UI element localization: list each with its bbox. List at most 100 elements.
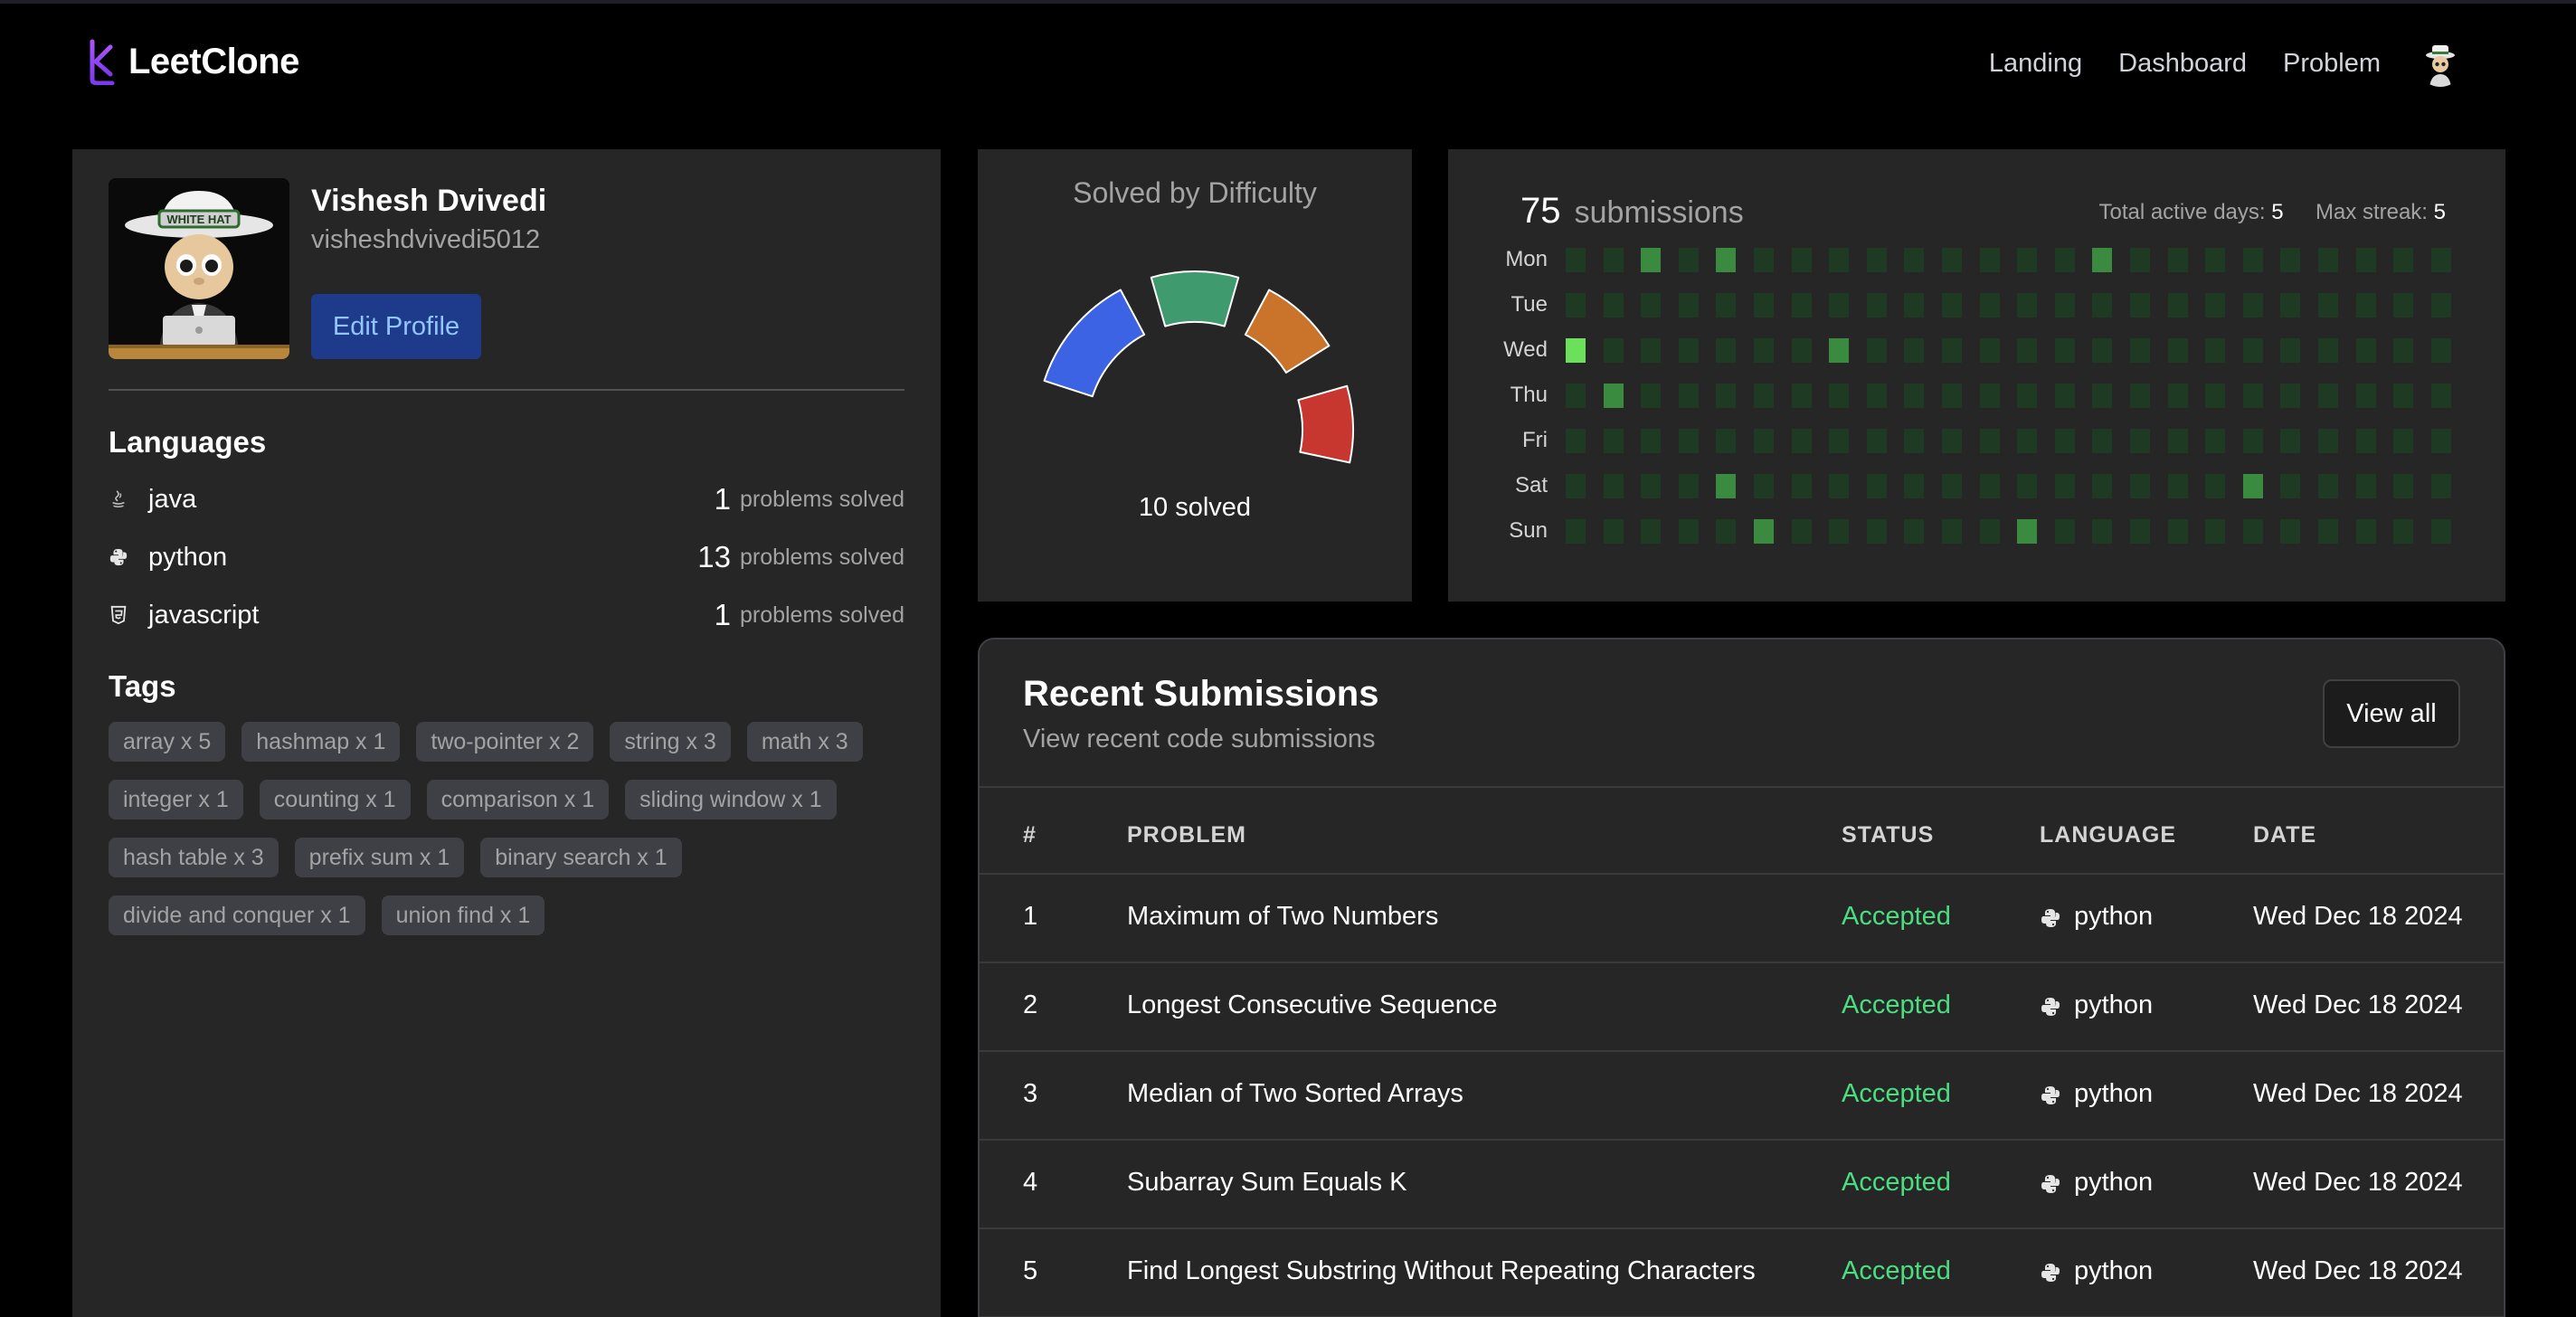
heatmap-cell[interactable] [2355,474,2376,498]
heatmap-cell[interactable] [1866,248,1887,272]
heatmap-cell[interactable] [2054,248,2075,272]
heatmap-cell[interactable] [1641,519,1662,544]
heatmap-cell[interactable] [2393,338,2414,363]
heatmap-cell[interactable] [1791,293,1812,317]
heatmap-cell[interactable] [1678,429,1699,453]
heatmap-cell[interactable] [2054,384,2075,408]
heatmap-cell[interactable] [2242,248,2263,272]
heatmap-cell[interactable] [2167,293,2188,317]
heatmap-cell[interactable] [2318,338,2338,363]
nav-problem[interactable]: Problem [2283,49,2381,79]
heatmap-cell[interactable] [1866,429,1887,453]
heatmap-cell[interactable] [1904,248,1925,272]
heatmap-cell[interactable] [1566,248,1586,272]
heatmap-cell[interactable] [1979,474,2000,498]
heatmap-cell[interactable] [2054,519,2075,544]
heatmap-cell[interactable] [1829,248,1850,272]
heatmap-cell[interactable] [2092,519,2113,544]
view-all-button[interactable]: View all [2323,679,2460,748]
tag-chip[interactable]: comparison x 1 [426,780,610,820]
heatmap-cell[interactable] [1904,293,1925,317]
heatmap-cell[interactable] [2130,338,2150,363]
nav-dashboard[interactable]: Dashboard [2118,49,2247,79]
heatmap-cell[interactable] [1866,384,1887,408]
heatmap-cell[interactable] [2355,338,2376,363]
heatmap-cell[interactable] [2242,293,2263,317]
heatmap-cell[interactable] [1678,248,1699,272]
heatmap-cell[interactable] [2092,384,2113,408]
heatmap-cell[interactable] [2355,429,2376,453]
difficulty-segment-easy[interactable] [1043,289,1146,398]
heatmap-cell[interactable] [1791,338,1812,363]
heatmap-cell[interactable] [2017,519,2038,544]
heatmap-cell[interactable] [1641,429,1662,453]
row-problem[interactable]: Subarray Sum Equals K [1127,1168,1406,1198]
heatmap-cell[interactable] [2205,474,2226,498]
heatmap-cell[interactable] [1829,474,1850,498]
heatmap-cell[interactable] [2054,474,2075,498]
heatmap-cell[interactable] [1979,429,2000,453]
heatmap-cell[interactable] [1942,293,1962,317]
heatmap-cell[interactable] [1904,429,1925,453]
heatmap-cell[interactable] [2130,429,2150,453]
heatmap-cell[interactable] [1942,474,1962,498]
heatmap-cell[interactable] [1603,384,1624,408]
heatmap-cell[interactable] [1979,519,2000,544]
heatmap-cell[interactable] [1566,384,1586,408]
user-avatar-menu[interactable] [2417,40,2464,87]
tag-chip[interactable]: two-pointer x 2 [416,722,594,762]
heatmap-cell[interactable] [1904,384,1925,408]
heatmap-cell[interactable] [1641,338,1662,363]
heatmap-cell[interactable] [2393,248,2414,272]
heatmap-cell[interactable] [1942,248,1962,272]
heatmap-cell[interactable] [1979,338,2000,363]
heatmap-cell[interactable] [2430,474,2451,498]
heatmap-cell[interactable] [1904,474,1925,498]
heatmap-cell[interactable] [1904,519,1925,544]
heatmap-cell[interactable] [1866,293,1887,317]
heatmap-cell[interactable] [2167,248,2188,272]
heatmap-cell[interactable] [1942,384,1962,408]
heatmap-cell[interactable] [1566,293,1586,317]
edit-profile-button[interactable]: Edit Profile [311,294,481,359]
heatmap-cell[interactable] [1791,474,1812,498]
heatmap-cell[interactable] [2318,474,2338,498]
table-row[interactable]: 3 Median of Two Sorted Arrays Accepted p… [980,1052,2504,1141]
heatmap-cell[interactable] [1641,384,1662,408]
heatmap-cell[interactable] [2205,519,2226,544]
heatmap-cell[interactable] [2280,474,2301,498]
row-problem[interactable]: Maximum of Two Numbers [1127,902,1438,932]
heatmap-cell[interactable] [2054,429,2075,453]
heatmap-cell[interactable] [1866,338,1887,363]
heatmap-cell[interactable] [1754,429,1774,453]
heatmap-cell[interactable] [2054,338,2075,363]
table-row[interactable]: 4 Subarray Sum Equals K Accepted python … [980,1141,2504,1229]
heatmap-cell[interactable] [1566,519,1586,544]
heatmap-cell[interactable] [1979,293,2000,317]
difficulty-segment-extra[interactable] [1297,384,1354,464]
table-row[interactable]: 2 Longest Consecutive Sequence Accepted … [980,963,2504,1052]
tag-chip[interactable]: binary search x 1 [480,838,682,877]
heatmap-cell[interactable] [1678,384,1699,408]
difficulty-segment-medium[interactable] [1150,270,1240,327]
row-problem[interactable]: Longest Consecutive Sequence [1127,990,1498,1020]
heatmap-cell[interactable] [2130,474,2150,498]
heatmap-cell[interactable] [2280,248,2301,272]
tag-chip[interactable]: array x 5 [109,722,226,762]
heatmap-cell[interactable] [1791,519,1812,544]
heatmap-cell[interactable] [1641,293,1662,317]
heatmap-cell[interactable] [2393,519,2414,544]
heatmap-cell[interactable] [1566,474,1586,498]
heatmap-cell[interactable] [2355,248,2376,272]
heatmap-cell[interactable] [1603,474,1624,498]
heatmap-cell[interactable] [2205,429,2226,453]
heatmap-cell[interactable] [2017,248,2038,272]
heatmap-cell[interactable] [2318,293,2338,317]
heatmap-cell[interactable] [2017,474,2038,498]
heatmap-cell[interactable] [2318,248,2338,272]
heatmap-cell[interactable] [2430,429,2451,453]
heatmap-cell[interactable] [2393,384,2414,408]
tag-chip[interactable]: union find x 1 [381,895,545,935]
tag-chip[interactable]: hash table x 3 [109,838,279,877]
heatmap-cell[interactable] [2130,519,2150,544]
